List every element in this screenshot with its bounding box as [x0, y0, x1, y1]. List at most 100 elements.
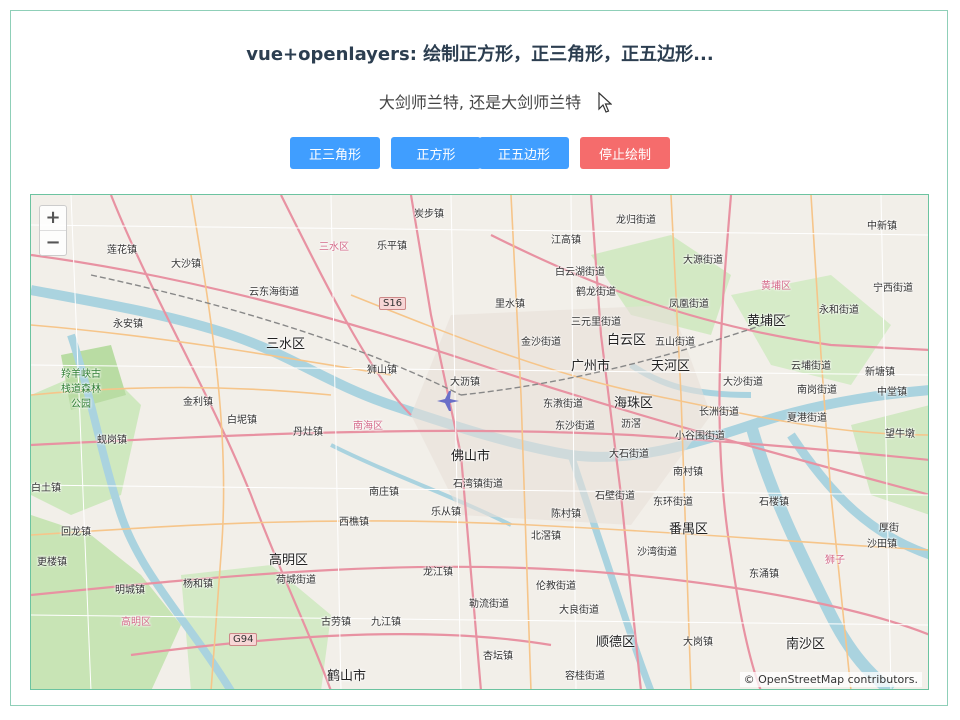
- map-label-foshan: 佛山市: [451, 449, 491, 464]
- map-label-helong: 鹤龙街道: [576, 287, 616, 298]
- zoom-control: + −: [39, 205, 67, 256]
- mouse-cursor-icon: [598, 92, 612, 113]
- map-label-ronggui: 容桂街道: [565, 671, 605, 682]
- zoom-out-button[interactable]: −: [40, 230, 66, 255]
- map-label-yonghe: 永和街道: [819, 305, 859, 316]
- map-label-changzhou: 长洲街道: [699, 407, 739, 418]
- map-label-dongjiao: 东漖街道: [543, 399, 583, 410]
- map-label-baiyunhu: 白云湖街道: [555, 267, 605, 278]
- map-label-dagang: 大岗镇: [683, 637, 713, 648]
- map-label-panyu: 番禺区: [669, 522, 709, 537]
- map-label-baigang: 蚬岗镇: [97, 435, 127, 446]
- draw-pentagon-button[interactable]: 正五边形: [479, 137, 569, 169]
- map-label-dongyong: 东涌镇: [749, 569, 779, 580]
- map-label-dali: 大沥镇: [450, 377, 480, 388]
- map-label-dayuan: 大源街道: [683, 255, 723, 266]
- map-label-beijiao: 北滘镇: [531, 531, 561, 542]
- map-label-shunde: 顺德区: [596, 635, 636, 650]
- map-label-lecong: 乐从镇: [431, 507, 461, 518]
- button-bar: 正三角形 正方形 正五边形 停止绘制: [0, 137, 960, 169]
- map-label-huilong: 回龙镇: [61, 527, 91, 538]
- map-label-heshan: 鹤山市: [327, 669, 367, 684]
- map-label-leliu: 勒流街道: [469, 599, 509, 610]
- map-label-lishui: 里水镇: [495, 299, 525, 310]
- map-label-tanbu: 炭步镇: [414, 209, 444, 220]
- map-container[interactable]: + − 三水区 佛山市 广州市 天河区 海珠区 白云区 黄埔区 高明区 番禺区 …: [30, 194, 929, 690]
- map-label-huangpu-district: 黄埔区: [761, 281, 791, 292]
- map-label-yongan: 永安镇: [113, 319, 143, 330]
- map-label-lunjiao: 伦教街道: [536, 581, 576, 592]
- map-label-chencun: 陈村镇: [551, 509, 581, 520]
- map-label-fenghuang: 凤凰街道: [669, 299, 709, 310]
- map-label-xiagang: 夏港街道: [787, 413, 827, 424]
- map-label-leping: 乐平镇: [377, 241, 407, 252]
- map-label-shizi: 狮子: [825, 555, 845, 566]
- highway-shield-s16: S16: [379, 297, 407, 310]
- map-label-dashi: 大石街道: [609, 449, 649, 460]
- map-label-hecheng: 荷城街道: [276, 575, 316, 586]
- page-title: vue+openlayers: 绘制正方形，正三角形，正五边形...: [246, 44, 714, 65]
- map-label-nanzhuang: 南庄镇: [369, 487, 399, 498]
- map-label-dasha: 大沙镇: [171, 259, 201, 270]
- map-label-houjie: 厚街: [879, 523, 899, 534]
- map-label-lianhua: 莲花镇: [107, 245, 137, 256]
- map-label-gulao: 古劳镇: [321, 617, 351, 628]
- map-label-sanshui-district: 三水区: [319, 242, 349, 253]
- map-label-huangpu: 黄埔区: [747, 314, 787, 329]
- map-label-shiwan: 石湾镇街道: [453, 479, 503, 490]
- map-label-shatian: 沙田镇: [867, 539, 897, 550]
- map-label-xingtan: 杏坛镇: [483, 651, 513, 662]
- map-label-sanyuanli: 三元里街道: [571, 317, 621, 328]
- map-label-nansha: 南沙区: [786, 637, 826, 652]
- map-label-genglou: 更楼镇: [37, 557, 67, 568]
- map-label-shawan: 沙湾街道: [637, 547, 677, 558]
- page-subtitle: 大剑师兰特, 还是大剑师兰特: [378, 93, 582, 112]
- map-label-shishan: 狮山镇: [367, 365, 397, 376]
- map-label-gaoming: 高明区: [269, 553, 309, 568]
- map-label-dasha-jiedao: 大沙街道: [723, 377, 763, 388]
- map-label-gaoming-district: 高明区: [121, 617, 151, 628]
- map-label-mingcheng: 明城镇: [115, 585, 145, 596]
- map-attribution[interactable]: © OpenStreetMap contributors.: [739, 672, 922, 687]
- map-label-dongsha: 东沙街道: [555, 421, 595, 432]
- zoom-in-button[interactable]: +: [40, 206, 66, 230]
- map-label-tianhe: 天河区: [651, 359, 691, 374]
- map-label-baini: 白坭镇: [227, 415, 257, 426]
- draw-triangle-button[interactable]: 正三角形: [290, 137, 380, 169]
- map-label-baiyun: 白云区: [607, 333, 647, 348]
- map-label-longjiang: 龙江镇: [423, 567, 453, 578]
- map-label-jianggao: 江高镇: [551, 235, 581, 246]
- map-label-xiaoguwei: 小谷围街道: [675, 431, 725, 442]
- map-label-yanghe: 杨和镇: [183, 579, 213, 590]
- map-label-xintang: 新塘镇: [865, 367, 895, 378]
- map-label-danzao: 丹灶镇: [293, 427, 323, 438]
- map-label-haizhu: 海珠区: [614, 396, 654, 411]
- map-label-wushan: 五山街道: [655, 337, 695, 348]
- stop-drawing-button[interactable]: 停止绘制: [580, 137, 670, 169]
- map-label-daliang: 大良街道: [559, 605, 599, 616]
- map-label-guangzhou: 广州市: [571, 359, 611, 374]
- map-label-park: 羚羊峡古 栈道森林 公园: [61, 369, 101, 410]
- map-label-jiujiang: 九江镇: [371, 617, 401, 628]
- map-label-jinsha: 金沙街道: [521, 337, 561, 348]
- map-label-baitu: 白土镇: [31, 483, 61, 494]
- map-label-nangang: 南岗街道: [797, 385, 837, 396]
- map-label-xiqiao: 西樵镇: [339, 517, 369, 528]
- map-label-nancun: 南村镇: [673, 467, 703, 478]
- map-label-ningxi: 宁西街道: [873, 283, 913, 294]
- map-label-nanhai-district: 南海区: [353, 421, 383, 432]
- map-label-jinli: 金利镇: [183, 397, 213, 408]
- map-label-shibi: 石壁街道: [595, 491, 635, 502]
- draw-square-button[interactable]: 正方形: [391, 137, 481, 169]
- map-label-sanshui: 三水区: [266, 337, 306, 352]
- highway-shield-g94: G94: [229, 633, 258, 646]
- map-label-zhongxin: 中新镇: [867, 221, 897, 232]
- map-label-zhongtang: 中堂镇: [877, 387, 907, 398]
- map-label-yunpu: 云埔街道: [791, 361, 831, 372]
- map-label-longgui: 龙归街道: [616, 215, 656, 226]
- map-label-wangniudun: 望牛墩: [885, 429, 915, 440]
- map-label-lijiao: 沥滘: [621, 419, 641, 430]
- map-label-shilou: 石楼镇: [759, 497, 789, 508]
- map-label-donghuan: 东环街道: [653, 497, 693, 508]
- map-label-yundonghai: 云东海街道: [249, 287, 299, 298]
